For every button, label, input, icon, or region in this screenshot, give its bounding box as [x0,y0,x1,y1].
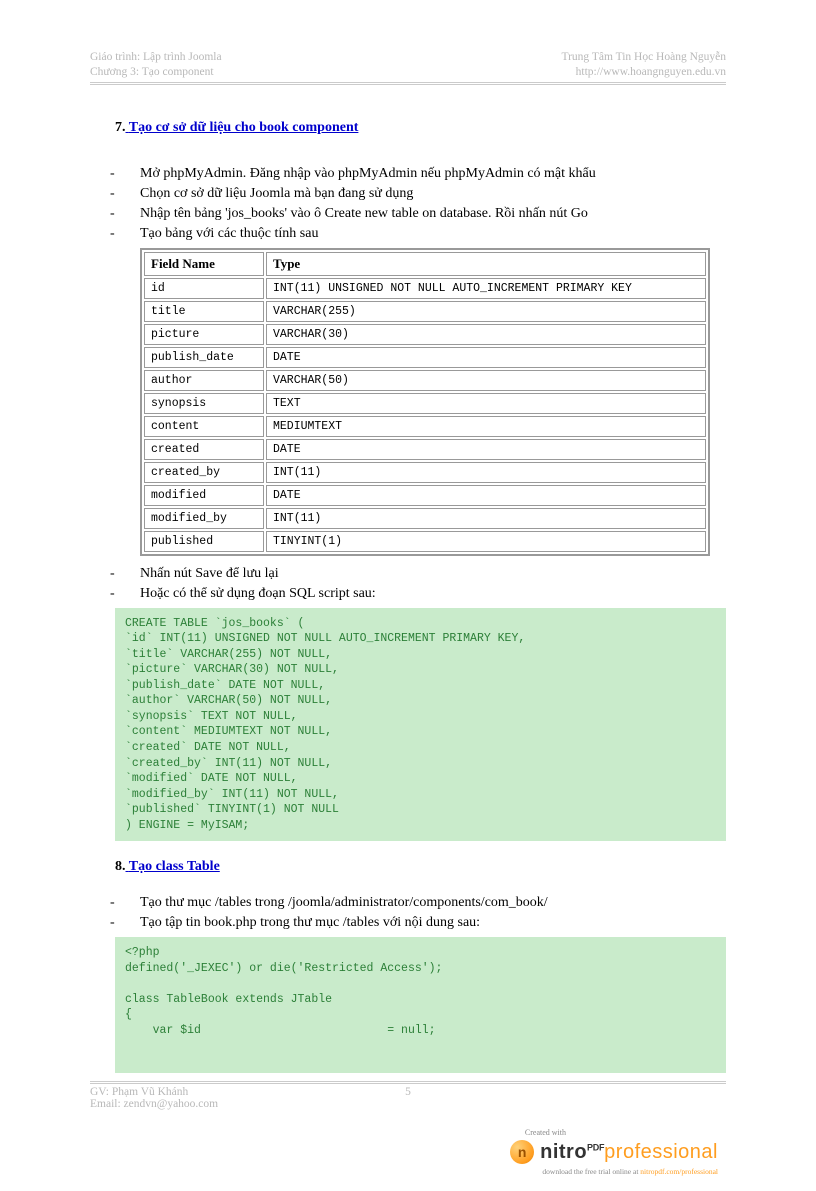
td-type: VARCHAR(255) [266,301,706,322]
td-type: TEXT [266,393,706,414]
td-field-name: created [144,439,264,460]
table-row: authorVARCHAR(50) [144,370,706,391]
watermark: Created with n nitroPDFprofessional down… [90,1128,726,1176]
section-7-bullets-after: -Nhấn nút Save để lưu lại -Hoặc có thể s… [110,566,726,602]
bullet-item: -Hoặc có thể sử dụng đoạn SQL script sau… [110,586,726,602]
bullet-text: Tạo bảng với các thuộc tính sau [140,226,318,242]
nitro-ball-icon: n [510,1140,534,1164]
td-field-name: content [144,416,264,437]
td-field-name: title [144,301,264,322]
page-number: 5 [405,1086,411,1098]
table-row: publish_dateDATE [144,347,706,368]
td-type: MEDIUMTEXT [266,416,706,437]
td-field-name: picture [144,324,264,345]
org-name: Trung Tâm Tin Học Hoàng Nguyễn [561,50,726,65]
bullet-item: -Nhập tên bảng 'jos_books' vào ô Create … [110,206,726,222]
bullet-item: -Nhấn nút Save để lưu lại [110,566,726,582]
table-row: modified_byINT(11) [144,508,706,529]
db-fields-table: Field Name Type idINT(11) UNSIGNED NOT N… [140,248,710,556]
td-field-name: id [144,278,264,299]
table-row: publishedTINYINT(1) [144,531,706,552]
bullet-text: Mở phpMyAdmin. Đăng nhập vào phpMyAdmin … [140,166,596,182]
td-field-name: author [144,370,264,391]
table-row: contentMEDIUMTEXT [144,416,706,437]
table-row: titleVARCHAR(255) [144,301,706,322]
bullet-text: Nhập tên bảng 'jos_books' vào ô Create n… [140,206,588,222]
page-footer: 5 GV: Phạm Vũ Khánh Email: zendvn@yahoo.… [90,1081,726,1110]
section-7-heading: 7. Tạo cơ sở dữ liệu cho book component [115,120,726,136]
section-8-title: Tạo class Table [129,859,220,874]
td-type: INT(11) [266,508,706,529]
td-field-name: modified_by [144,508,264,529]
bullet-item: -Mở phpMyAdmin. Đăng nhập vào phpMyAdmin… [110,166,726,182]
table-row: idINT(11) UNSIGNED NOT NULL AUTO_INCREME… [144,278,706,299]
td-type: TINYINT(1) [266,531,706,552]
section-7-bullets-before: -Mở phpMyAdmin. Đăng nhập vào phpMyAdmin… [110,166,726,242]
section-8-bullets: -Tạo thư mục /tables trong /joomla/admin… [110,895,726,931]
nitro-logo: n nitroPDFprofessional [510,1140,718,1164]
bullet-item: -Tạo bảng với các thuộc tính sau [110,226,726,242]
td-type: INT(11) UNSIGNED NOT NULL AUTO_INCREMENT… [266,278,706,299]
td-type: DATE [266,439,706,460]
section-7-number: 7. [115,120,126,136]
table-row: synopsisTEXT [144,393,706,414]
created-with-label: Created with [90,1128,566,1137]
brand-sup: PDF [587,1142,604,1152]
bullet-item: -Tạo thư mục /tables trong /joomla/admin… [110,895,726,911]
table-row: pictureVARCHAR(30) [144,324,706,345]
td-type: INT(11) [266,462,706,483]
th-field-name: Field Name [144,252,264,276]
bullet-item: -Tạo tập tin book.php trong thư mục /tab… [110,915,726,931]
download-text: download the free trial online at nitrop… [90,1167,718,1176]
td-field-name: publish_date [144,347,264,368]
td-field-name: created_by [144,462,264,483]
org-url: http://www.hoangnguyen.edu.vn [561,65,726,80]
header-left: Giáo trình: Lập trình Joomla Chương 3: T… [90,50,222,80]
section-8-heading: 8. Tạo class Table [115,859,726,875]
td-type: VARCHAR(30) [266,324,706,345]
nitro-brand-text: nitroPDFprofessional [540,1141,718,1164]
table-row: createdDATE [144,439,706,460]
td-type: DATE [266,485,706,506]
php-code-block: <?php defined('_JEXEC') or die('Restrict… [115,937,726,1073]
bullet-text: Hoặc có thể sử dụng đoạn SQL script sau: [140,586,376,602]
footer-email: Email: zendvn@yahoo.com [90,1098,726,1110]
table-header-row: Field Name Type [144,252,706,276]
td-field-name: modified [144,485,264,506]
bullet-text: Chọn cơ sở dữ liệu Joomla mà bạn đang sử… [140,186,413,202]
td-type: DATE [266,347,706,368]
course-title: Giáo trình: Lập trình Joomla [90,50,222,65]
chapter-title: Chương 3: Tạo component [90,65,222,80]
table-row: modifiedDATE [144,485,706,506]
db-fields-table-container: Field Name Type idINT(11) UNSIGNED NOT N… [140,248,726,556]
download-link[interactable]: nitropdf.com/professional [640,1167,718,1176]
page-header: Giáo trình: Lập trình Joomla Chương 3: T… [90,50,726,85]
bullet-text: Tạo thư mục /tables trong /joomla/admini… [140,895,548,911]
bullet-text: Tạo tập tin book.php trong thư mục /tabl… [140,915,480,931]
section-8-number: 8. [115,859,126,875]
section-7-title: Tạo cơ sở dữ liệu cho book component [129,120,359,135]
brand-pro: professional [604,1141,718,1163]
bullet-item: -Chọn cơ sở dữ liệu Joomla mà bạn đang s… [110,186,726,202]
sql-code-block: CREATE TABLE `jos_books` ( `id` INT(11) … [115,608,726,841]
header-right: Trung Tâm Tin Học Hoàng Nguyễn http://ww… [561,50,726,80]
th-type: Type [266,252,706,276]
td-field-name: published [144,531,264,552]
bullet-text: Nhấn nút Save để lưu lại [140,566,279,582]
brand-main: nitro [540,1141,587,1163]
download-prefix: download the free trial online at [542,1167,640,1176]
td-field-name: synopsis [144,393,264,414]
table-row: created_byINT(11) [144,462,706,483]
td-type: VARCHAR(50) [266,370,706,391]
